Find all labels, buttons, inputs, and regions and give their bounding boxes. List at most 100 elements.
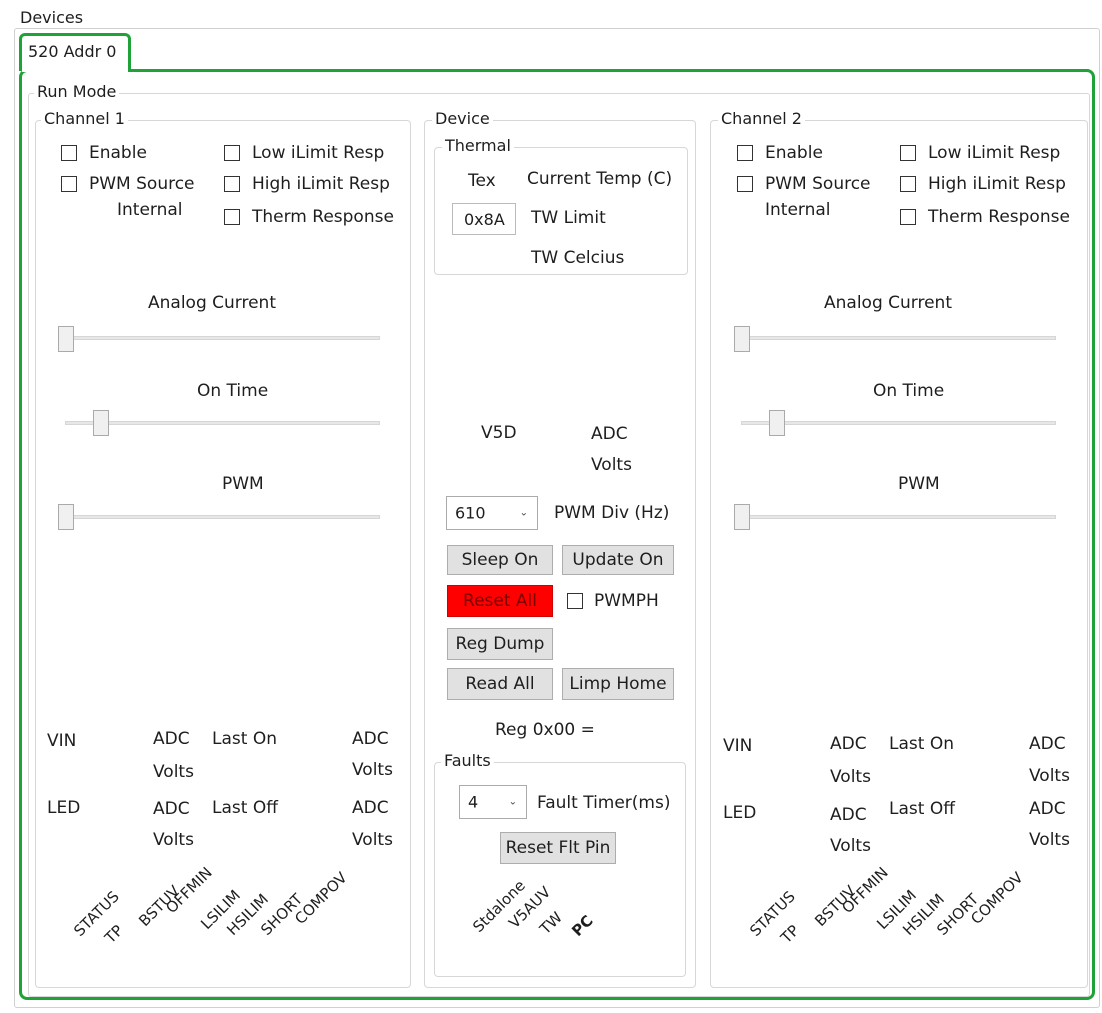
channel2-pwm-slider[interactable] [734,504,750,530]
channel2-enable-checkbox[interactable] [737,145,753,161]
channel2-led-label: LED [723,803,757,823]
channel1-on-time-label: On Time [197,381,269,401]
channel1-therm-response-checkbox[interactable] [224,209,240,225]
channel1-last-on-label: Last On [212,729,277,749]
read-all-button[interactable]: Read All [447,668,553,700]
channel2-group [710,120,1088,988]
run-mode-title: Run Mode [34,82,120,101]
v5d-volts: Volts [591,455,632,475]
channel2-led-adc: ADC [830,805,867,825]
tex-value: 0x8A [464,210,505,229]
channel2-therm-response-label: Therm Response [928,207,1070,227]
channel2-last-off-label: Last Off [889,799,955,819]
tw-celcius-label: TW Celcius [531,248,625,268]
channel2-pwm-source-label: PWM Source [765,174,871,194]
devices-label: Devices [20,8,84,27]
channel1-vin-volts: Volts [153,762,194,782]
channel2-low-ilimit-checkbox[interactable] [900,145,916,161]
update-on-button[interactable]: Update On [562,545,674,575]
tex-value-box: 0x8A [452,203,516,235]
channel1-enable-checkbox[interactable] [61,145,77,161]
channel1-last-off-adc: ADC [352,798,389,818]
channel2-high-ilimit-label: High iLimit Resp [928,174,1066,194]
channel1-vin-label: VIN [47,731,77,751]
channel2-low-ilimit-label: Low iLimit Resp [928,143,1061,163]
device-title: Device [432,109,493,128]
channel2-analog-current-label: Analog Current [824,293,952,313]
v5d-label: V5D [481,423,517,443]
channel2-last-on-adc: ADC [1029,734,1066,754]
faults-title: Faults [441,751,494,770]
channel2-pwm-source-label-2: Internal [765,200,831,220]
channel1-led-volts: Volts [153,830,194,850]
channel1-last-off-label: Last Off [212,798,278,818]
channel1-on-time-slider[interactable] [93,410,109,436]
pwm-div-value: 610 [455,503,486,523]
channel1-high-ilimit-label: High iLimit Resp [252,174,390,194]
channel1-last-off-volts: Volts [352,830,393,850]
pwmph-checkbox[interactable] [567,593,583,609]
channel2-vin-adc: ADC [830,734,867,754]
channel1-analog-current-track [58,336,380,340]
chevron-down-icon: ⌄ [508,796,517,808]
channel2-analog-current-track [734,336,1056,340]
fault-timer-select[interactable]: 4 ⌄ [459,785,527,819]
channel2-vin-volts: Volts [830,767,871,787]
channel1-enable-label: Enable [89,143,147,163]
channel2-pwm-label: PWM [898,474,940,494]
channel1-analog-current-label: Analog Current [148,293,276,313]
channel2-title: Channel 2 [718,109,805,128]
channel1-led-label: LED [47,798,81,818]
sleep-on-button[interactable]: Sleep On [447,545,553,575]
channel2-analog-current-slider[interactable] [734,326,750,352]
channel1-vin-adc: ADC [153,729,190,749]
tex-label: Tex [468,171,496,191]
channel2-last-on-label: Last On [889,734,954,754]
channel2-therm-response-checkbox[interactable] [900,209,916,225]
channel2-last-on-volts: Volts [1029,766,1070,786]
tab-label: 520 Addr 0 [28,42,117,61]
reg-dump-button[interactable]: Reg Dump [447,628,553,660]
channel1-pwm-source-checkbox[interactable] [61,176,77,192]
fault-timer-value: 4 [468,792,479,812]
thermal-title: Thermal [442,136,514,155]
channel1-pwm-label: PWM [222,474,264,494]
tw-limit-label: TW Limit [531,208,606,228]
channel1-pwm-slider[interactable] [58,504,74,530]
channel1-low-ilimit-checkbox[interactable] [224,145,240,161]
channel1-low-ilimit-label: Low iLimit Resp [252,143,385,163]
reg-readout: Reg 0x00 = [495,720,595,740]
channel2-pwm-track [734,515,1056,519]
channel1-led-adc: ADC [153,799,190,819]
channel2-last-off-adc: ADC [1029,799,1066,819]
channel1-last-on-volts: Volts [352,760,393,780]
channel2-pwm-source-checkbox[interactable] [737,176,753,192]
limp-home-button[interactable]: Limp Home [562,668,674,700]
channel1-analog-current-slider[interactable] [58,326,74,352]
fault-timer-label: Fault Timer(ms) [537,793,671,813]
channel1-pwm-source-label: PWM Source [89,174,195,194]
channel2-enable-label: Enable [765,143,823,163]
channel2-on-time-label: On Time [873,381,945,401]
current-temp-label: Current Temp (C) [527,169,673,189]
pwmph-label: PWMPH [594,591,659,611]
channel2-high-ilimit-checkbox[interactable] [900,176,916,192]
channel2-on-time-track [741,421,1056,425]
channel1-therm-response-label: Therm Response [252,207,394,227]
pwm-div-label: PWM Div (Hz) [554,503,670,523]
reset-flt-pin-button[interactable]: Reset Flt Pin [500,832,616,864]
channel1-pwm-track [58,515,380,519]
tab-520-addr-0[interactable]: 520 Addr 0 [19,33,131,71]
reset-all-button[interactable]: Reset All [447,585,553,617]
channel1-pwm-source-label-2: Internal [117,200,183,220]
v5d-adc: ADC [591,424,628,444]
channel1-high-ilimit-checkbox[interactable] [224,176,240,192]
channel2-last-off-volts: Volts [1029,830,1070,850]
pwm-div-select[interactable]: 610 ⌄ [446,496,538,530]
channel1-group [35,120,411,988]
channel1-last-on-adc: ADC [352,729,389,749]
channel2-led-volts: Volts [830,836,871,856]
chevron-down-icon: ⌄ [519,507,528,519]
channel2-on-time-slider[interactable] [769,410,785,436]
channel2-vin-label: VIN [723,736,753,756]
